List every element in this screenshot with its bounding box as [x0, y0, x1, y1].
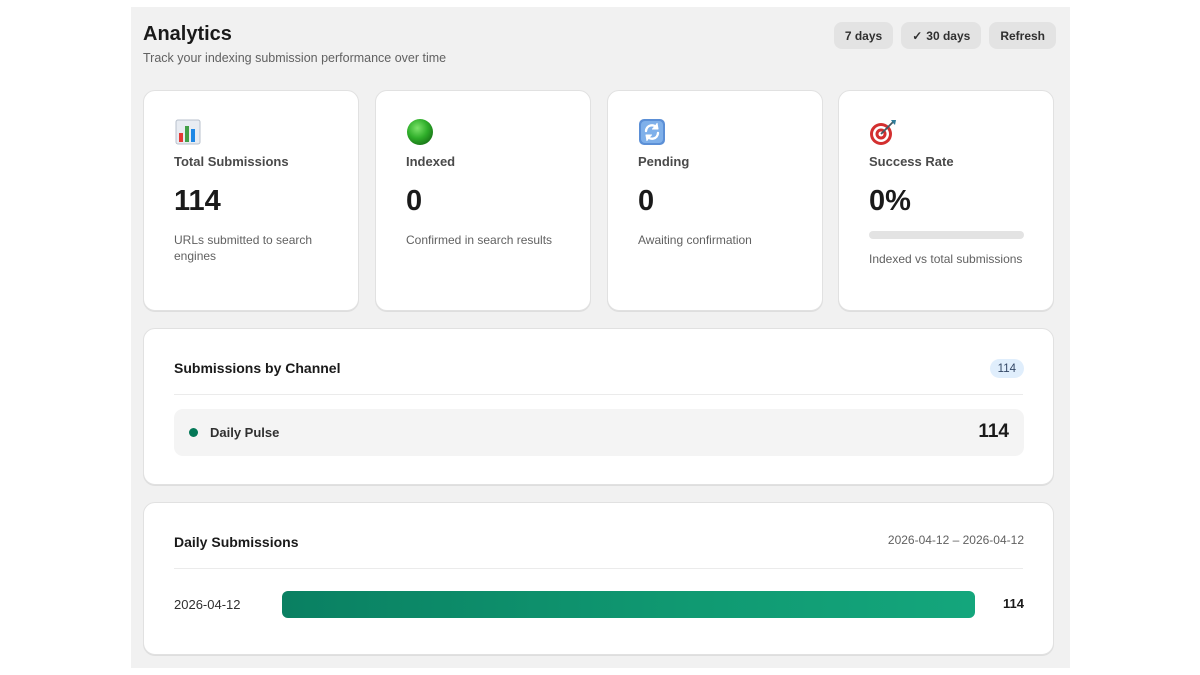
stat-label: Success Rate: [869, 154, 954, 169]
refresh-label: Refresh: [1000, 28, 1045, 43]
stat-description: URLs submitted to search engines: [174, 233, 313, 263]
refresh-button[interactable]: Refresh: [989, 22, 1056, 49]
stat-description: Awaiting confirmation: [638, 233, 752, 247]
divider: [174, 394, 1023, 395]
checkmark-icon: ✓: [912, 28, 923, 43]
stat-value: 0: [638, 185, 655, 217]
green-circle-icon: [407, 119, 433, 145]
target-icon: [870, 120, 896, 145]
daily-date-range: 2026-04-12 – 2026-04-12: [887, 533, 1024, 547]
channel-count-badge: 114: [989, 359, 1024, 378]
stat-card-indexed: Indexed 0 Confirmed in search results: [375, 90, 591, 311]
stat-label: Total Submissions: [174, 154, 289, 169]
stat-description: Indexed vs total submissions: [869, 252, 1023, 266]
stat-description: Confirmed in search results: [406, 233, 553, 247]
daily-section-title: Daily Submissions: [174, 534, 299, 550]
channel-card: Submissions by Channel 114 Daily Pulse 1…: [143, 328, 1054, 485]
analytics-page: Analytics Track your indexing submission…: [131, 7, 1070, 668]
divider: [174, 568, 1023, 569]
stat-card-success-rate: Success Rate 0% Indexed vs total submiss…: [838, 90, 1054, 311]
refresh-arrows-icon: [639, 119, 665, 145]
channel-name: Daily Pulse: [210, 425, 280, 440]
bar-chart-icon: [175, 119, 201, 145]
channel-color-dot: [189, 428, 198, 437]
daily-bar: [282, 591, 975, 618]
page-title: Analytics: [143, 23, 232, 45]
stat-value: 0: [406, 185, 423, 217]
daily-row: 2026-04-12 114: [174, 591, 1024, 618]
stat-label: Pending: [638, 154, 690, 169]
success-rate-progress: [869, 231, 1024, 239]
channel-row[interactable]: Daily Pulse 114: [174, 409, 1024, 456]
header-actions: 7 days ✓ 30 days Refresh: [833, 22, 1056, 49]
stat-label: Indexed: [406, 154, 456, 169]
daily-card: Daily Submissions 2026-04-12 – 2026-04-1…: [143, 502, 1054, 655]
channel-section-title: Submissions by Channel: [174, 360, 341, 376]
range-7-days-button[interactable]: 7 days: [833, 22, 894, 49]
range-30-days-label: 30 days: [926, 28, 971, 43]
stat-card-pending: Pending 0 Awaiting confirmation: [607, 90, 823, 311]
daily-row-value: 114: [1003, 596, 1024, 611]
daily-bar-track: [282, 591, 975, 618]
daily-row-date: 2026-04-12: [174, 597, 241, 612]
range-30-days-button[interactable]: ✓ 30 days: [901, 22, 982, 49]
stat-card-total-submissions: Total Submissions 114 URLs submitted to …: [143, 90, 359, 311]
channel-value: 114: [978, 421, 1009, 442]
page-subtitle: Track your indexing submission performan…: [143, 51, 447, 65]
range-7-days-label: 7 days: [844, 28, 883, 43]
stat-value: 114: [174, 185, 221, 217]
stat-value: 0%: [869, 185, 911, 217]
